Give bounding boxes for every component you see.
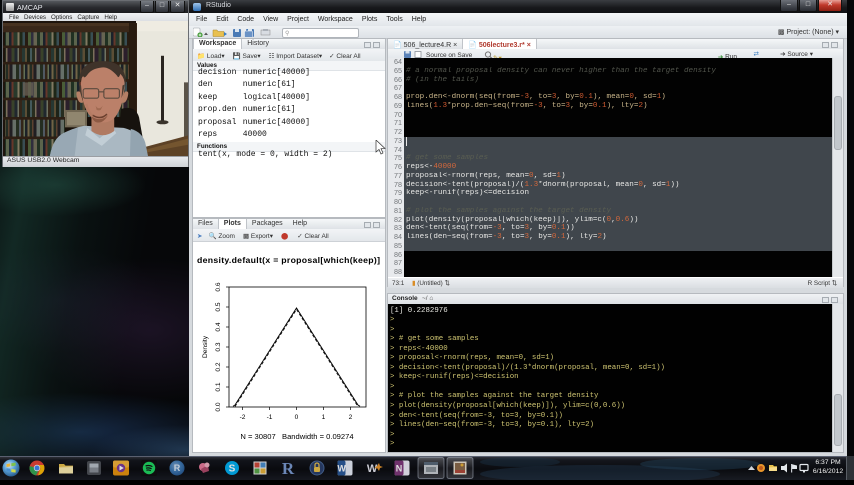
svg-text:0.0: 0.0 (215, 402, 222, 411)
svg-text:-2: -2 (240, 414, 246, 421)
svg-text:0.6: 0.6 (215, 282, 222, 291)
svg-text:0.2: 0.2 (215, 362, 222, 371)
svg-text:N = 30807 Bandwidth = 0.0927: N = 30807 Bandwidth = 0.09274 (240, 432, 353, 441)
svg-text:-1: -1 (267, 414, 273, 421)
svg-text:0.4: 0.4 (215, 322, 222, 331)
svg-text:0.3: 0.3 (215, 342, 222, 351)
svg-text:density.default(x = proposal[w: density.default(x = proposal[which(keep)… (197, 255, 380, 265)
svg-text:0.1: 0.1 (215, 382, 222, 391)
svg-text:1: 1 (322, 414, 326, 421)
svg-text:0.5: 0.5 (215, 302, 222, 311)
svg-text:0: 0 (295, 414, 299, 421)
svg-text:2: 2 (349, 414, 353, 421)
svg-text:Density: Density (202, 335, 209, 358)
